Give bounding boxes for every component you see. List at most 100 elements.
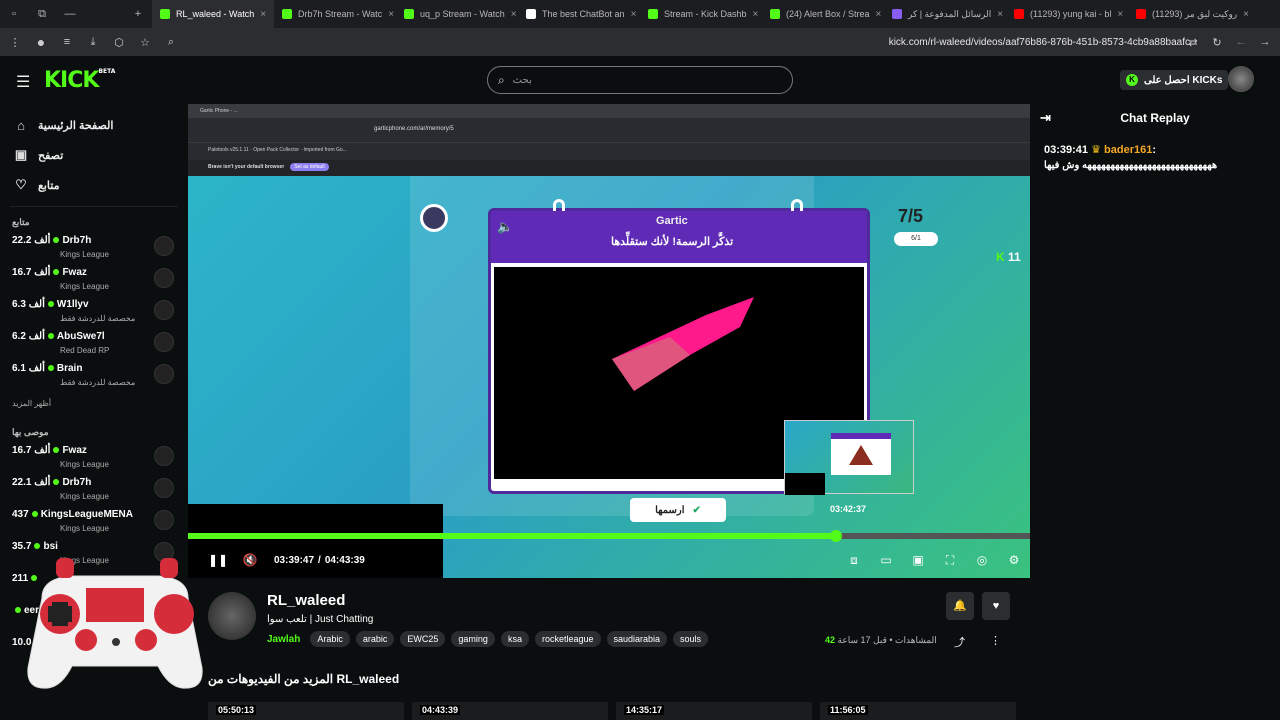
sidebar-item-following[interactable]: ♡ متابع bbox=[0, 170, 188, 200]
close-tab-icon[interactable]: × bbox=[1117, 9, 1123, 20]
close-tab-icon[interactable]: × bbox=[753, 9, 759, 20]
tag-chip[interactable]: rocketleague bbox=[534, 631, 601, 647]
video-thumbnail[interactable]: 14:35:17 bbox=[616, 702, 812, 720]
message-text: ههههههههههههههههههههههههههههه وش فيها bbox=[1044, 160, 1218, 171]
reload-icon[interactable]: ↻ bbox=[1210, 36, 1224, 49]
browser-tab[interactable]: (11293) yung kai - bl × bbox=[1006, 0, 1128, 28]
zoom-icon[interactable]: ⌕ bbox=[164, 36, 178, 49]
theater-mode-icon[interactable]: ▭ bbox=[870, 553, 902, 567]
preview-webcam bbox=[785, 473, 825, 495]
sidebar-channel[interactable]: 22.1 ألف Drb7h Kings League bbox=[0, 473, 188, 505]
minimize-icon[interactable]: — bbox=[56, 0, 84, 28]
more-options-icon[interactable]: ⋮ bbox=[990, 634, 1001, 647]
picture-in-picture-icon[interactable]: ▣ bbox=[902, 553, 934, 567]
filter-icon[interactable]: ≡ bbox=[60, 36, 74, 48]
tag-chip[interactable]: ksa bbox=[500, 631, 529, 647]
browser-tab[interactable]: Drb7h Stream - Watc × bbox=[274, 0, 396, 28]
tab-favicon-icon bbox=[892, 9, 902, 19]
tab-search-icon[interactable]: ⧉ bbox=[28, 0, 56, 28]
bookmark-star-icon[interactable]: ☆ bbox=[138, 36, 152, 49]
tab-favicon-icon bbox=[770, 9, 780, 19]
clip-icon[interactable]: ⧈ bbox=[838, 553, 870, 568]
menu-dots-icon[interactable]: ⋮ bbox=[8, 36, 22, 49]
notifications-bell-icon[interactable]: 🔔 bbox=[946, 592, 974, 620]
sidebar-channel[interactable]: 16.7 ألف Fwaz Kings League bbox=[0, 441, 188, 473]
message-username[interactable]: bader161 bbox=[1104, 144, 1152, 156]
sidebar-channel[interactable]: 6.2 ألف AbuSwe7l Red Dead RP bbox=[0, 327, 188, 359]
site-settings-icon[interactable]: ⇄ bbox=[1186, 36, 1200, 49]
thumbnail-duration: 11:56:05 bbox=[828, 705, 868, 715]
kick-logo[interactable]: KICKBETA bbox=[44, 68, 115, 93]
back-icon[interactable]: ← bbox=[1234, 36, 1248, 48]
video-thumbnail[interactable]: 11:56:05 bbox=[820, 702, 1016, 720]
progress-bar[interactable] bbox=[188, 530, 1030, 542]
collapse-chat-icon[interactable]: ⇥ bbox=[1040, 110, 1051, 126]
close-tab-icon[interactable]: × bbox=[388, 9, 394, 20]
channel-avatar bbox=[154, 236, 174, 256]
browser-tab[interactable]: Stream - Kick Dashb × bbox=[640, 0, 762, 28]
sidebar-channel[interactable]: 6.1 ألف Brain مخصصة للدردشة فقط bbox=[0, 359, 188, 391]
current-time: 03:39:47 bbox=[274, 554, 315, 566]
fullscreen-icon[interactable]: ⛶ bbox=[934, 553, 966, 568]
sidebar-channel[interactable]: 16.7 ألف Fwaz Kings League bbox=[0, 263, 188, 295]
sidebar-channel[interactable]: 6.3 ألف W1llyv مخصصة للدردشة فقط bbox=[0, 295, 188, 327]
message-time: 03:39:41 bbox=[1044, 144, 1089, 156]
hamburger-menu-icon[interactable]: ☰ bbox=[16, 72, 30, 92]
channel-avatar[interactable] bbox=[208, 592, 256, 640]
follow-heart-icon[interactable]: ♥ bbox=[982, 592, 1010, 620]
stream-bookmarks-bar: Paletools v25.1.11 · Open Pack Collector… bbox=[188, 142, 1030, 160]
tag-chip[interactable]: Arabic bbox=[310, 631, 350, 647]
show-more-link[interactable]: أظهر المزيد bbox=[0, 391, 188, 417]
playback-speed-icon[interactable]: ◎ bbox=[966, 553, 998, 567]
download-icon[interactable]: ⤓ bbox=[86, 36, 100, 49]
tag-chip[interactable]: EWC25 bbox=[400, 631, 446, 647]
settings-gear-icon[interactable]: ⚙ bbox=[998, 553, 1030, 567]
progress-fill bbox=[188, 533, 837, 539]
browser-tab[interactable]: (24) Alert Box / Strea × bbox=[762, 0, 884, 28]
close-tab-icon[interactable]: × bbox=[1243, 9, 1249, 20]
share-icon[interactable]: ⤴ bbox=[954, 634, 965, 650]
tab-favicon-icon bbox=[282, 9, 292, 19]
sidebar-channel[interactable]: 437 KingsLeagueMENA Kings League bbox=[0, 505, 188, 537]
tag-chip[interactable]: saudiarabia bbox=[606, 631, 668, 647]
video-thumbnail[interactable]: 04:43:39 bbox=[412, 702, 608, 720]
chat-header: ⇥ Chat Replay bbox=[1040, 110, 1190, 126]
new-tab-icon[interactable]: + bbox=[124, 0, 152, 28]
tag-chip[interactable]: souls bbox=[673, 631, 709, 647]
check-icon: ✔ bbox=[692, 504, 701, 516]
category-link[interactable]: Jawlah bbox=[267, 634, 300, 645]
forward-icon[interactable]: → bbox=[1258, 36, 1272, 48]
close-tab-icon[interactable]: × bbox=[997, 9, 1003, 20]
browser-tab[interactable]: RL_waleed - Watch × bbox=[152, 0, 274, 28]
close-tab-icon[interactable]: × bbox=[876, 9, 882, 20]
video-meta: 42 المشاهدات • قبل 17 ساعة bbox=[825, 635, 937, 645]
window-menu-icon[interactable]: ▫ bbox=[0, 0, 28, 28]
user-avatar[interactable] bbox=[1228, 66, 1254, 92]
channel-name[interactable]: RL_waleed bbox=[267, 592, 345, 609]
browser-tab[interactable]: uq_p Stream - Watch × bbox=[396, 0, 518, 28]
close-tab-icon[interactable]: × bbox=[260, 9, 266, 20]
browser-tab[interactable]: (11293) روكيت ليق مر × bbox=[1128, 0, 1250, 28]
browser-tab[interactable]: The best ChatBot an × bbox=[518, 0, 640, 28]
thumbnail-duration: 04:43:39 bbox=[420, 705, 461, 715]
search-input[interactable]: ⌕ بحث bbox=[487, 66, 793, 94]
live-dot-icon bbox=[53, 269, 60, 275]
video-info: RL_waleed تلعب سوا | Just Chatting Jawla… bbox=[188, 578, 1030, 720]
sidebar-channel[interactable]: 22.2 ألف Drb7h Kings League bbox=[0, 231, 188, 263]
video-player[interactable]: Gartic Phone - ... garticphone.com/ar/me… bbox=[188, 104, 1030, 578]
tag-chip[interactable]: gaming bbox=[451, 631, 495, 647]
crown-badge-icon: ♛ bbox=[1091, 144, 1101, 156]
sidebar-item-browse[interactable]: ▣ تصفح bbox=[0, 140, 188, 170]
get-kicks-button[interactable]: K احصل على KICKs bbox=[1120, 70, 1229, 90]
video-thumbnail[interactable]: 05:50:13 bbox=[208, 702, 404, 720]
url-field[interactable]: kick.com/rl-waleed/videos/aaf76b86-876b-… bbox=[889, 37, 1190, 48]
sidebar-item-home[interactable]: ⌂ الصفحة الرئيسية bbox=[0, 110, 188, 140]
profile-icon[interactable]: ● bbox=[34, 34, 48, 50]
extensions-icon[interactable]: ⬡ bbox=[112, 36, 126, 49]
browser-tab[interactable]: الرسائل المدفوعة | كر × bbox=[884, 0, 1006, 28]
close-tab-icon[interactable]: × bbox=[511, 9, 517, 20]
mute-icon[interactable]: 🔇 bbox=[234, 553, 266, 567]
card-header: 🔈 Gartic تذكَّر الرسمة! لأنك ستقلِّدها bbox=[491, 211, 867, 263]
close-tab-icon[interactable]: × bbox=[631, 9, 637, 20]
tag-chip[interactable]: arabic bbox=[355, 631, 395, 647]
